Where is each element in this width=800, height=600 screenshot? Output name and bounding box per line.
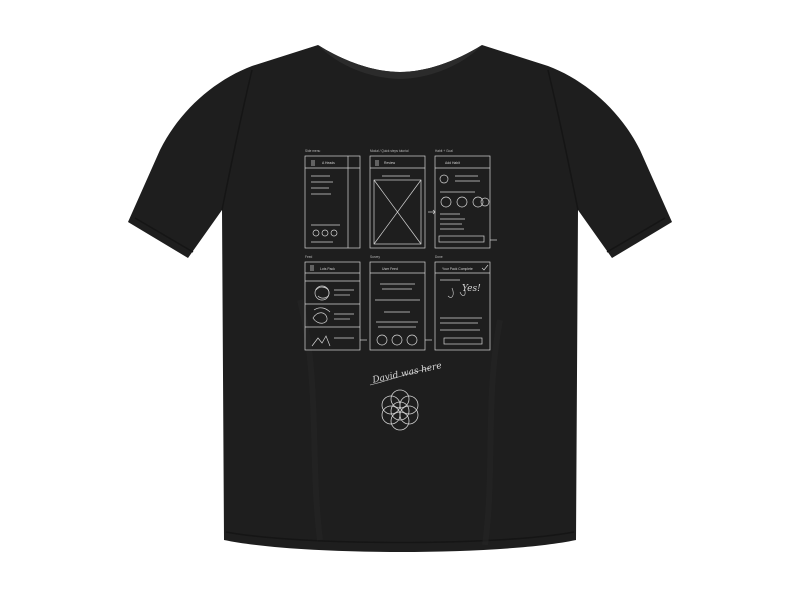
svg-text:Your Pack Complete: Your Pack Complete <box>442 267 473 271</box>
tshirt-body <box>128 45 672 552</box>
screen-label: Done <box>435 255 443 259</box>
screen-label: Side menu <box>305 149 320 153</box>
svg-text:A Heads: A Heads <box>322 161 335 165</box>
product-photo: Side menu Modal / Quick steps tutorial H… <box>128 45 672 552</box>
svg-text:Add Habit: Add Habit <box>445 161 460 165</box>
screen-label: Feed <box>305 255 312 259</box>
screen-label: Modal / Quick steps tutorial <box>370 149 409 153</box>
svg-text:User Feed: User Feed <box>382 267 398 271</box>
screen-label: Habit + Goal <box>435 149 453 153</box>
svg-text:Review: Review <box>384 161 396 165</box>
svg-text:Lots Pack: Lots Pack <box>320 267 335 271</box>
screen-label: Survey <box>370 255 380 259</box>
annotation-text: Yes! <box>462 284 481 294</box>
tshirt <box>128 45 672 552</box>
